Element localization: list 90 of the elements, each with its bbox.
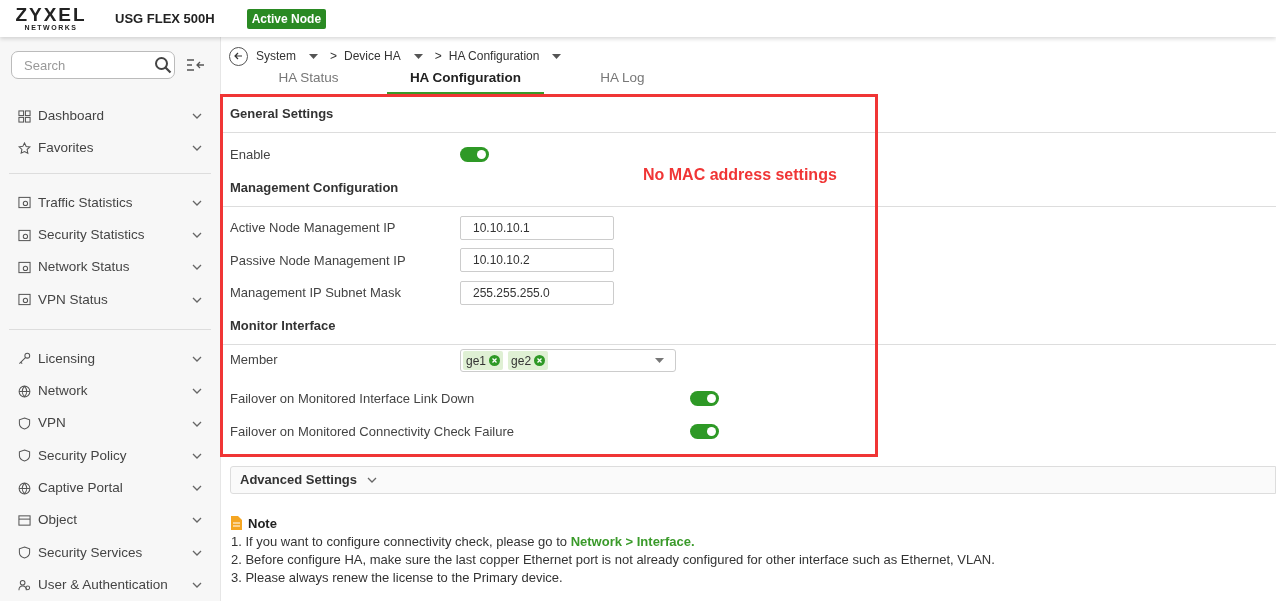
chevron-icon <box>192 145 202 152</box>
chevron-icon <box>192 199 202 206</box>
globe-icon <box>18 384 31 398</box>
sidebar-item[interactable]: Network Status <box>9 251 211 284</box>
brand-logo-text: ZYXEL <box>15 5 87 24</box>
caret-icon <box>552 53 562 59</box>
tab[interactable]: HA Log <box>544 68 701 95</box>
key-icon <box>18 352 31 366</box>
breadcrumb-dropdown[interactable]: System <box>256 47 318 65</box>
sidebar-item[interactable]: Dashboard <box>0 100 220 133</box>
tab[interactable]: HA Configuration <box>387 68 544 95</box>
chevron-icon <box>192 296 202 303</box>
sidebar-item[interactable]: Security Services <box>9 536 211 569</box>
text-field[interactable]: 10.10.10.2 <box>460 248 614 273</box>
chevron-icon <box>192 388 202 395</box>
toggle-switch[interactable] <box>690 423 719 439</box>
sidebar-item[interactable]: Network <box>9 375 211 408</box>
search-field[interactable]: Search <box>11 51 175 79</box>
collapse-menu-icon <box>186 59 205 71</box>
chevron-icon <box>192 549 202 556</box>
field-label: Member <box>230 351 279 369</box>
chevron-icon <box>192 517 202 524</box>
shield-icon <box>18 546 31 560</box>
collapse-button[interactable] <box>186 57 206 73</box>
toggle-switch[interactable] <box>460 146 489 162</box>
sidebar-item[interactable]: Security Statistics <box>9 218 211 252</box>
text-field[interactable]: 10.10.10.1 <box>460 215 614 240</box>
chevron-icon <box>192 582 202 588</box>
caret-icon <box>413 53 423 59</box>
field-label: Management IP Subnet Mask <box>230 284 403 302</box>
monitor-icon <box>18 260 31 274</box>
note-item: 1. If you want to configure connectivity check, please go to Network > Interface. <box>231 533 696 551</box>
chevron-icon <box>192 355 202 362</box>
field-label: Failover on Monitored Interface Link Down <box>230 390 476 408</box>
shield-icon <box>18 417 31 430</box>
monitor-icon <box>18 293 31 307</box>
chevron-icon <box>192 420 202 427</box>
note-item: 3. Please always renew the license to the Primary device. <box>231 569 564 587</box>
monitor-icon <box>18 196 31 210</box>
sidebar-item[interactable]: VPN <box>9 407 211 440</box>
section-heading: General Settings <box>221 96 1276 133</box>
sidebar-item[interactable]: User & Authentication <box>9 568 211 601</box>
sidebar-item[interactable]: Captive Portal <box>9 471 211 505</box>
grid-icon <box>18 109 31 123</box>
search-icon[interactable] <box>154 56 172 74</box>
chevron-icon <box>192 232 202 239</box>
field-label: Enable <box>230 145 272 164</box>
caret-icon <box>309 53 318 59</box>
caret-icon <box>655 358 664 363</box>
sidebar-item[interactable]: Traffic Statistics <box>9 186 211 219</box>
breadcrumb-separator: > <box>330 48 338 65</box>
chevron-icon <box>192 113 202 120</box>
sidebar-item[interactable]: Security Policy <box>9 439 211 472</box>
device-model: USG FLEX 500H <box>115 9 215 28</box>
breadcrumb-dropdown[interactable]: HA Configuration <box>448 47 562 65</box>
text-field[interactable]: 255.255.255.0 <box>460 280 614 305</box>
box-icon <box>18 513 31 527</box>
chevron-icon <box>192 264 202 271</box>
breadcrumb-separator: > <box>434 48 442 65</box>
chevron-icon <box>192 452 202 459</box>
field-label: Active Node Management IP <box>230 219 397 237</box>
sidebar-item[interactable]: Favorites <box>0 132 220 165</box>
advanced-settings-toggle[interactable]: Advanced Settings <box>230 465 1276 494</box>
monitor-icon <box>18 228 31 242</box>
sidebar-item[interactable]: Object <box>9 504 211 537</box>
remove-tag-icon[interactable] <box>489 355 501 366</box>
chevron-icon <box>192 485 202 492</box>
annotation-text: No MAC address settings <box>643 165 837 185</box>
note-item: 2. Before configure HA, make sure the last copper Ethernet port is not already configured for other interface such as Ethernet, VLAN. <box>231 551 996 569</box>
toggle-switch[interactable] <box>690 391 719 407</box>
sidebar-item[interactable]: VPN Status <box>9 283 211 316</box>
breadcrumb-dropdown[interactable]: Device HA <box>344 47 423 65</box>
back-arrow-icon <box>234 52 243 60</box>
star-icon <box>18 141 31 155</box>
member-tag: ge1 <box>463 351 504 370</box>
tab[interactable]: HA Status <box>230 68 387 95</box>
note-icon <box>231 516 242 531</box>
remove-tag-icon[interactable] <box>534 355 546 366</box>
note-title: Note <box>248 514 277 533</box>
chevron-icon <box>367 476 378 483</box>
sidebar-item[interactable]: Licensing <box>9 342 211 376</box>
section-heading: Monitor Interface <box>221 308 1276 345</box>
field-label: Passive Node Management IP <box>230 251 407 270</box>
multi-select-field[interactable]: ge1 ge2 <box>460 349 676 372</box>
globe-icon <box>18 481 31 495</box>
users-icon <box>18 578 31 592</box>
shield-icon <box>18 449 31 463</box>
member-tag: ge2 <box>508 351 549 370</box>
field-label: Failover on Monitored Connectivity Check Failure <box>230 422 515 441</box>
status-badge: Active Node <box>246 8 327 29</box>
